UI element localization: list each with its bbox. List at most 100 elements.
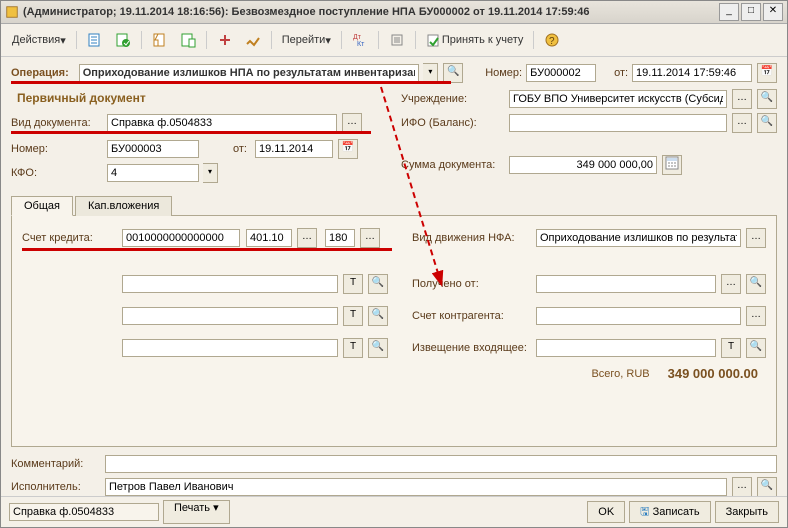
sum-input[interactable] bbox=[509, 156, 657, 174]
svg-text:Дт: Дт bbox=[353, 34, 362, 41]
comment-input[interactable] bbox=[105, 455, 777, 473]
credit-acc3-select[interactable]: … bbox=[360, 228, 380, 248]
exec-search[interactable]: 🔍 bbox=[757, 477, 777, 496]
close-button[interactable]: ✕ bbox=[763, 3, 783, 21]
notice-input[interactable] bbox=[536, 339, 716, 357]
counter-label: Счет контрагента: bbox=[412, 310, 532, 322]
credit-acc1[interactable] bbox=[122, 229, 240, 247]
operation-label: Операция: bbox=[11, 67, 75, 79]
svg-text:Кт: Кт bbox=[357, 41, 365, 48]
red-underline-1 bbox=[11, 81, 451, 84]
operation-search[interactable]: 🔍 bbox=[443, 63, 463, 83]
notice-label: Извещение входящее: bbox=[412, 342, 532, 354]
actions-menu[interactable]: Действия ▾ bbox=[7, 29, 71, 51]
sum-label: Сумма документа: bbox=[401, 159, 505, 171]
org-label: Учреждение: bbox=[401, 93, 505, 105]
goto-menu[interactable]: Перейти ▾ bbox=[277, 29, 336, 51]
red-underline-3 bbox=[22, 248, 392, 251]
extra2-input[interactable] bbox=[122, 307, 338, 325]
credit-acc2-select[interactable]: … bbox=[297, 228, 317, 248]
accept-button[interactable]: Принять к учету bbox=[421, 29, 529, 51]
num-input[interactable] bbox=[107, 140, 199, 158]
tb-icon-3[interactable] bbox=[147, 29, 173, 51]
close-window-button[interactable]: Закрыть bbox=[715, 501, 779, 523]
exec-label: Исполнитель: bbox=[11, 481, 101, 493]
date-input[interactable] bbox=[255, 140, 333, 158]
num-label: Номер: bbox=[11, 143, 103, 155]
print-button[interactable]: Печать ▾ bbox=[163, 500, 230, 524]
date-from-label: от: bbox=[233, 143, 247, 155]
counter-input[interactable] bbox=[536, 307, 741, 325]
tb-icon-4[interactable] bbox=[175, 29, 201, 51]
opdate-input[interactable] bbox=[632, 64, 752, 82]
sum-calc-icon[interactable] bbox=[662, 155, 682, 175]
window-title: (Администратор; 19.11.2014 18:16:56): Бе… bbox=[23, 6, 719, 18]
tb-icon-5[interactable] bbox=[212, 29, 238, 51]
nfa-select[interactable]: … bbox=[746, 228, 766, 248]
recv-select[interactable]: … bbox=[721, 274, 741, 294]
tb-dtkt-icon[interactable]: ДтКт bbox=[347, 29, 373, 51]
recv-input[interactable] bbox=[536, 275, 716, 293]
primary-doc-header: Первичный документ bbox=[17, 91, 381, 105]
tb-settings-icon[interactable] bbox=[384, 29, 410, 51]
tab-general[interactable]: Общая bbox=[11, 196, 73, 216]
nfa-input[interactable] bbox=[536, 229, 741, 247]
tb-icon-6[interactable] bbox=[240, 29, 266, 51]
toolbar: Действия ▾ Перейти ▾ ДтКт Принять к учет… bbox=[1, 24, 787, 57]
opnum-label: Номер: bbox=[485, 67, 522, 79]
ifo-input[interactable] bbox=[509, 114, 727, 132]
date-calendar-icon[interactable]: 📅 bbox=[338, 139, 358, 159]
notice-search[interactable]: 🔍 bbox=[746, 338, 766, 358]
opdate-from-label: от: bbox=[614, 67, 628, 79]
app-icon bbox=[5, 5, 19, 19]
red-underline-2 bbox=[11, 131, 371, 134]
nfa-label: Вид движения НФА: bbox=[412, 232, 532, 244]
opdate-calendar-icon[interactable]: 📅 bbox=[757, 63, 777, 83]
extra2-t[interactable]: T bbox=[343, 306, 363, 326]
svg-text:?: ? bbox=[549, 36, 555, 47]
extra1-t[interactable]: T bbox=[343, 274, 363, 294]
ifo-select[interactable]: … bbox=[732, 113, 752, 133]
recv-label: Получено от: bbox=[412, 278, 532, 290]
tb-help-icon[interactable]: ? bbox=[539, 29, 565, 51]
kfo-dropdown[interactable]: ▾ bbox=[203, 163, 218, 183]
exec-select[interactable]: … bbox=[732, 477, 752, 496]
recv-search[interactable]: 🔍 bbox=[746, 274, 766, 294]
footer-doc[interactable] bbox=[9, 503, 159, 521]
doctype-label: Вид документа: bbox=[11, 117, 103, 129]
titlebar: (Администратор; 19.11.2014 18:16:56): Бе… bbox=[1, 1, 787, 24]
ifo-search[interactable]: 🔍 bbox=[757, 113, 777, 133]
kfo-input[interactable] bbox=[107, 164, 199, 182]
tb-icon-2[interactable] bbox=[110, 29, 136, 51]
save-button[interactable]: 🖫 Записать bbox=[629, 501, 710, 523]
comment-label: Комментарий: bbox=[11, 458, 101, 470]
tab-capital[interactable]: Кап.вложения bbox=[75, 196, 172, 216]
opnum-input[interactable] bbox=[526, 64, 596, 82]
extra3-t[interactable]: T bbox=[343, 338, 363, 358]
org-input[interactable] bbox=[509, 90, 727, 108]
ok-button[interactable]: OK bbox=[587, 501, 625, 523]
notice-t[interactable]: T bbox=[721, 338, 741, 358]
org-search[interactable]: 🔍 bbox=[757, 89, 777, 109]
operation-input[interactable] bbox=[79, 64, 420, 82]
extra3-input[interactable] bbox=[122, 339, 338, 357]
extra1-search[interactable]: 🔍 bbox=[368, 274, 388, 294]
maximize-button[interactable]: □ bbox=[741, 3, 761, 21]
doctype-input[interactable] bbox=[107, 114, 337, 132]
org-select[interactable]: … bbox=[732, 89, 752, 109]
doctype-select[interactable]: … bbox=[342, 113, 362, 133]
exec-input[interactable] bbox=[105, 478, 727, 496]
extra2-search[interactable]: 🔍 bbox=[368, 306, 388, 326]
extra3-search[interactable]: 🔍 bbox=[368, 338, 388, 358]
extra1-input[interactable] bbox=[122, 275, 338, 293]
total-label: Всего, RUB bbox=[591, 368, 649, 380]
minimize-button[interactable]: _ bbox=[719, 3, 739, 21]
credit-acc2[interactable] bbox=[246, 229, 292, 247]
credit-label: Счет кредита: bbox=[22, 232, 118, 244]
ifo-label: ИФО (Баланс): bbox=[401, 117, 505, 129]
operation-dropdown[interactable]: ▾ bbox=[423, 63, 438, 83]
counter-select[interactable]: … bbox=[746, 306, 766, 326]
kfo-label: КФО: bbox=[11, 167, 103, 179]
credit-acc3[interactable] bbox=[325, 229, 355, 247]
tb-icon-1[interactable] bbox=[82, 29, 108, 51]
